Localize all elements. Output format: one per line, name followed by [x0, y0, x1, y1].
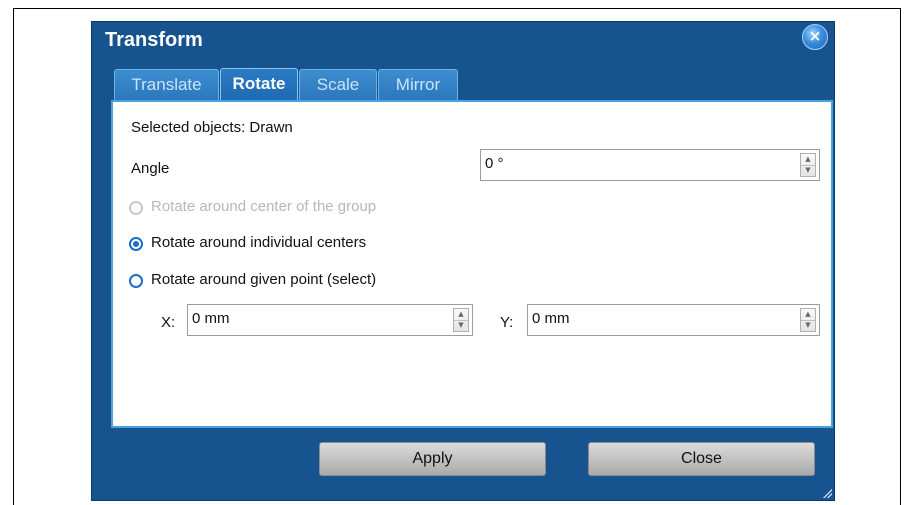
x-field[interactable]: 0 mm ▲ ▼	[187, 304, 473, 336]
page-frame-left	[13, 8, 14, 505]
rotate-panel: Selected objects: Drawn Angle 0 ° ▲ ▼ Ro…	[111, 100, 833, 428]
tab-mirror[interactable]: Mirror	[378, 69, 458, 100]
radio-individual-centers[interactable]	[129, 237, 143, 251]
tab-scale[interactable]: Scale	[299, 69, 377, 100]
radio-given-point[interactable]	[129, 274, 143, 288]
close-button[interactable]: Close	[588, 442, 815, 476]
angle-label: Angle	[131, 160, 170, 177]
page-frame-top	[13, 8, 901, 9]
angle-value: 0 °	[485, 155, 504, 172]
y-field[interactable]: 0 mm ▲ ▼	[527, 304, 820, 336]
x-label: X:	[161, 314, 176, 331]
x-spinner[interactable]: ▲ ▼	[453, 308, 469, 332]
y-spinner[interactable]: ▲ ▼	[800, 308, 816, 332]
dialog-title: Transform	[105, 29, 203, 51]
title-bar[interactable]: Transform ×	[92, 22, 834, 64]
transform-dialog: Transform × Translate Rotate Scale Mirro…	[91, 21, 835, 501]
x-spin-down-icon[interactable]: ▼	[454, 320, 468, 331]
angle-spin-down-icon[interactable]: ▼	[801, 165, 815, 176]
y-label: Y:	[500, 314, 514, 331]
tab-translate[interactable]: Translate	[114, 69, 219, 100]
tab-rotate[interactable]: Rotate	[220, 68, 298, 101]
selected-objects-label: Selected objects: Drawn	[131, 119, 293, 136]
y-spin-down-icon[interactable]: ▼	[801, 320, 815, 331]
page-frame-right	[900, 8, 901, 505]
angle-spinner[interactable]: ▲ ▼	[800, 153, 816, 177]
option-given-point-label: Rotate around given point (select)	[151, 271, 377, 288]
y-value: 0 mm	[532, 310, 570, 327]
x-value: 0 mm	[192, 310, 230, 327]
close-window-button[interactable]: ×	[802, 24, 828, 50]
resize-grip-icon[interactable]	[822, 488, 832, 498]
option-center-of-group-label: Rotate around center of the group	[151, 198, 377, 215]
option-individual-centers-label: Rotate around individual centers	[151, 234, 367, 251]
close-icon: ×	[808, 27, 822, 45]
apply-button[interactable]: Apply	[319, 442, 546, 476]
angle-field[interactable]: 0 ° ▲ ▼	[480, 149, 820, 181]
radio-center-of-group[interactable]	[129, 201, 143, 215]
